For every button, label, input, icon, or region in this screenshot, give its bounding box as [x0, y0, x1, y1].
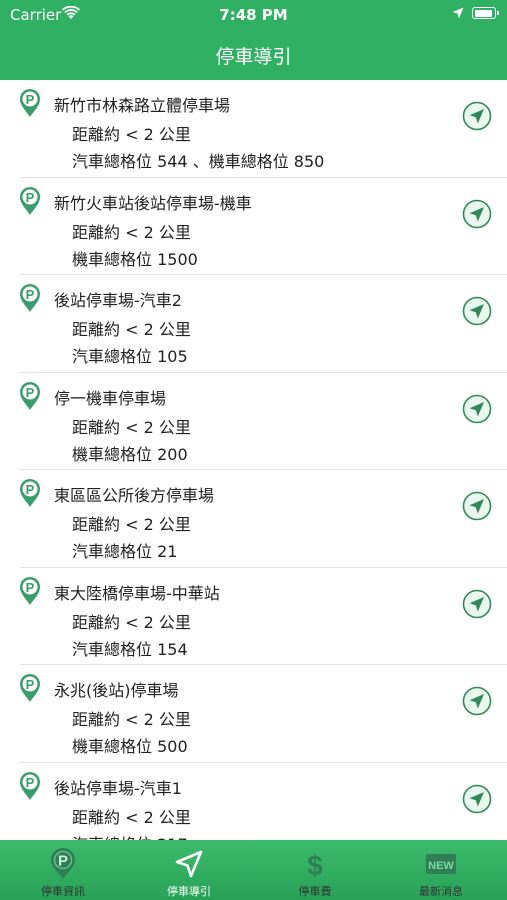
parking-pin-icon: P [20, 284, 40, 312]
distance-text: 距離約 < 2 公里 [72, 320, 191, 339]
list-item[interactable]: P 新竹市林森路立體停車場距離約 < 2 公里汽車總格位 544 、機車總格位 8… [0, 80, 507, 178]
new-badge-icon: NEW [426, 854, 456, 874]
tab-parking-info[interactable]: P 停車資訊 [0, 840, 126, 900]
capacity-text: 機車總格位 1500 [72, 249, 198, 269]
distance-text: 距離約 < 2 公里 [72, 222, 191, 242]
svg-text:P: P [26, 482, 35, 497]
list-item[interactable]: P 後站停車場-汽車2 距離約 < 2 公里 汽車總格位 105 [0, 275, 507, 373]
navigate-button[interactable] [462, 686, 492, 716]
svg-text:NEW: NEW [428, 860, 454, 872]
status-bar: Carrier 7:48 PM [0, 0, 507, 28]
capacity-text: 機車總格位 500 [72, 737, 188, 756]
navigate-button[interactable] [462, 296, 492, 326]
capacity-text: 汽車總格位 154 [72, 639, 188, 659]
navigate-button[interactable] [462, 784, 492, 814]
capacity-text: 汽車總格位 105 [72, 347, 188, 366]
navigation-arrow-icon [175, 850, 203, 878]
svg-text:P: P [26, 677, 35, 692]
distance-text: 距離約 < 2 公里 [72, 125, 191, 144]
list-item[interactable]: P 新竹火車站後站停車場-機車距離約 < 2 公里 機車總格位 1500 [0, 178, 507, 275]
header: Carrier 7:48 PM 停車導引 [0, 0, 507, 80]
parking-pin-icon: P [20, 186, 40, 215]
parking-lot-name: 後站停車場-汽車2 [54, 291, 182, 310]
parking-lot-name: 停一機車停車場 [54, 388, 167, 408]
distance-text: 距離約 < 2 公里 [72, 807, 191, 827]
svg-text:P: P [26, 580, 35, 595]
svg-text:P: P [58, 853, 68, 870]
clock: 7:48 PM [219, 6, 288, 24]
distance-text: 距離約 < 2 公里 [72, 417, 191, 437]
distance-text: 距離約 < 2 公里 [72, 612, 191, 632]
page-title: 停車導引 [215, 46, 292, 68]
tab-label: 停車資訊 [41, 885, 85, 898]
parking-lot-name: 東大陸橋停車場-中華站 [54, 583, 220, 603]
svg-text:P: P [26, 190, 35, 205]
svg-text:P: P [26, 92, 35, 107]
capacity-text: 汽車總格位 21 [72, 542, 178, 561]
capacity-text: 汽車總格位 544 、機車總格位 850 [72, 152, 325, 171]
svg-text:P: P [26, 385, 35, 400]
parking-lot-name: 東區區公所後方停車場 [54, 486, 215, 505]
tab-bar: P 停車資訊 停車導引 $ 停車費 NEW 最新消息 [0, 840, 507, 900]
tab-label: 停車導引 [167, 885, 211, 898]
parking-pin-icon: P [20, 89, 40, 117]
navigate-button[interactable] [462, 589, 492, 619]
navigate-button[interactable] [462, 491, 492, 521]
battery-icon [472, 7, 499, 19]
list-item[interactable]: P 後站停車場-汽車1 距離約 < 2 公里汽車總格位 217 [0, 763, 507, 841]
tab-parking-guide[interactable]: 停車導引 [126, 840, 252, 900]
tab-label: 最新消息 [419, 885, 463, 898]
distance-text: 距離約 < 2 公里 [72, 710, 191, 729]
navigate-button[interactable] [462, 199, 492, 229]
parking-lot-name: 新竹火車站後站停車場-機車 [54, 193, 252, 213]
tab-latest-news[interactable]: NEW 最新消息 [378, 840, 504, 900]
capacity-text: 汽車總格位 217 [72, 831, 188, 841]
tab-parking-fee[interactable]: $ 停車費 [252, 840, 378, 900]
parking-pin-icon: P [20, 381, 40, 410]
parking-list[interactable]: P 新竹市林森路立體停車場 距離約 < 2 公里 汽車總格位 544 、機車總格位 8… [0, 80, 507, 840]
parking-pin-icon: P [51, 848, 75, 879]
navigate-button[interactable] [462, 394, 492, 424]
dollar-icon: $ [307, 850, 323, 880]
parking-lot-name: 新竹市林森路立體停車場 [54, 96, 231, 115]
svg-text:P: P [26, 775, 35, 790]
parking-lot-name: 永兆(後站)停車場 [54, 681, 179, 700]
tab-label: 停車費 [298, 885, 332, 898]
parking-lot-name: 後站停車場-汽車1 [54, 778, 182, 798]
capacity-text: 機車總格位 200 [72, 444, 188, 464]
list-item[interactable]: P 東區區公所後方停車場 距離約 < 2 公里 汽車總格位 21 [0, 470, 507, 568]
location-arrow-icon [452, 7, 464, 19]
list-item[interactable]: P 永兆(後站)停車場距離約 < 2 公里 機車總格位 500 [0, 665, 507, 763]
parking-pin-icon: P [20, 771, 40, 800]
list-item[interactable]: P 東大陸橋停車場-中華站距離約 < 2 公里 汽車總格位 154 [0, 568, 507, 665]
list-item[interactable]: P 停一機車停車場距離約 < 2 公里 機車總格位 200 [0, 373, 507, 470]
parking-pin-icon: P [20, 479, 40, 507]
parking-pin-icon: P [20, 576, 40, 605]
parking-pin-icon: P [20, 674, 40, 702]
navigate-button[interactable] [462, 101, 492, 131]
distance-text: 距離約 < 2 公里 [72, 515, 191, 534]
svg-text:$: $ [307, 850, 323, 880]
svg-text:P: P [26, 287, 35, 302]
